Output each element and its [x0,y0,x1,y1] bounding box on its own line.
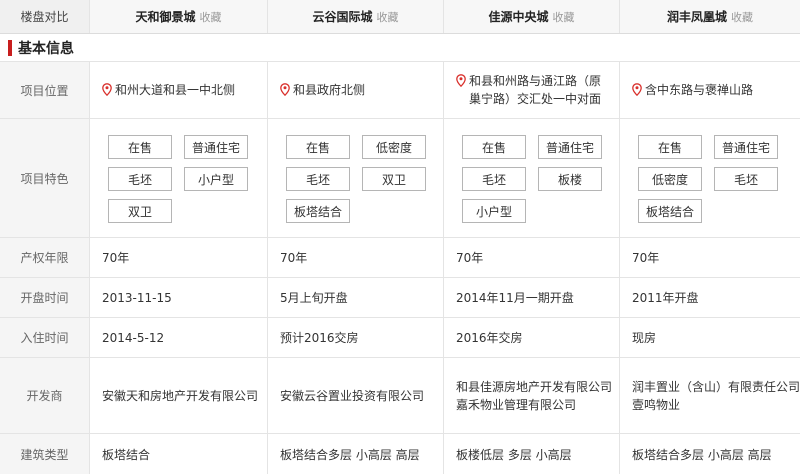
value-cell: 2014年11月一期开盘 [444,278,620,317]
location-pin-icon [102,83,112,96]
value-cell: 润丰置业（含山）有限责任公司 壹鸣物业 [620,358,800,433]
row-property-years: 产权年限 70年 70年 70年 70年 [0,238,800,278]
value-cell: 70年 [632,251,660,265]
building-name[interactable]: 云谷国际城 [312,8,372,25]
row-label: 开发商 [0,358,90,433]
header-row: 楼盘对比 天和御景城 收藏 云谷国际城 收藏 佳源中央城 收藏 润丰凤凰城 收藏 [0,0,800,34]
row-label: 开盘时间 [0,278,90,317]
feature-tag: 板塔结合 [286,199,350,223]
row-label: 建筑类型 [0,434,90,474]
location-pin-icon [632,83,642,96]
section-accent-bar [8,39,12,56]
value-cell: 2016年交房 [444,318,620,357]
value-cell: 5月上旬开盘 [268,278,444,317]
value-cell: 和县佳源房地产开发有限公司 嘉禾物业管理有限公司 [444,358,620,433]
building-col-4: 润丰凤凰城 收藏 [620,0,800,33]
feature-tag: 在售 [638,135,702,159]
favorite-button[interactable]: 收藏 [377,9,399,25]
feature-tag: 毛坯 [286,167,350,191]
value-cell: 70年 [90,238,268,277]
property-management-name: 壹鸣物业 [632,397,681,412]
developer-name: 安徽云谷置业投资有限公司 [280,388,425,403]
value-cell: 板塔结合多层 小高层 高层 [632,447,772,462]
value-cell: 安徽天和房地产开发有限公司 [90,358,268,433]
favorite-button[interactable]: 收藏 [553,9,575,25]
developer-name: 安徽天和房地产开发有限公司 [102,388,259,403]
feature-tag: 普通住宅 [538,135,602,159]
features-cell: 在售 普通住宅 低密度 毛坯 板塔结合 [620,119,800,237]
feature-tag: 低密度 [638,167,702,191]
feature-tag: 普通住宅 [714,135,778,159]
location-text: 含中东路与褒禅山路 [645,83,754,97]
value-cell: 2013-11-15 [90,278,268,317]
building-name[interactable]: 天和御景城 [135,8,195,25]
row-developer: 开发商 安徽天和房地产开发有限公司 安徽云谷置业投资有限公司 和县佳源房地产开发… [0,358,800,434]
value-cell: 2014-5-12 [90,318,268,357]
developer-name: 和县佳源房地产开发有限公司 [456,379,613,394]
location-text: 和县政府北侧 [293,83,366,97]
feature-tag: 小户型 [462,199,526,223]
developer-name: 润丰置业（含山）有限责任公司 [632,379,800,394]
building-col-1: 天和御景城 收藏 [90,0,268,33]
building-col-2: 云谷国际城 收藏 [268,0,444,33]
feature-tag: 板楼 [538,167,602,191]
value-cell: 板塔结合 [90,434,268,474]
location-pin-icon [456,74,466,87]
location-cell: 含中东路与褒禅山路 [620,62,800,118]
feature-tag: 双卫 [108,199,172,223]
features-cell: 在售 低密度 毛坯 双卫 板塔结合 [268,119,444,237]
location-cell: 和州大道和县一中北侧 [90,62,268,118]
row-features: 项目特色 在售 普通住宅 毛坯 小户型 双卫 在售 低密度 毛坯 双卫 板塔结合… [0,119,800,238]
value-cell: 安徽云谷置业投资有限公司 [268,358,444,433]
features-cell: 在售 普通住宅 毛坯 小户型 双卫 [90,119,268,237]
favorite-button[interactable]: 收藏 [731,9,753,25]
feature-tag: 毛坯 [108,167,172,191]
value-cell: 2011年开盘 [632,291,699,305]
value-cell: 板楼低层 多层 小高层 [444,434,620,474]
favorite-button[interactable]: 收藏 [200,9,222,25]
row-building-type: 建筑类型 板塔结合 板塔结合多层 小高层 高层 板楼低层 多层 小高层 板塔结合… [0,434,800,474]
location-text: 和县和州路与通江路（原巢宁路）交汇处一中对面 [469,74,602,106]
row-location: 项目位置 和州大道和县一中北侧 和县政府北侧 和县和州路与通江路（原巢宁路）交汇… [0,62,800,119]
row-label: 项目特色 [0,119,90,237]
section-basic-info: 基本信息 [0,34,800,62]
building-col-3: 佳源中央城 收藏 [444,0,620,33]
location-cell: 和县和州路与通江路（原巢宁路）交汇处一中对面 [444,62,620,118]
features-cell: 在售 普通住宅 毛坯 板楼 小户型 [444,119,620,237]
location-text: 和州大道和县一中北侧 [115,83,236,97]
feature-tag: 毛坯 [462,167,526,191]
location-cell: 和县政府北侧 [268,62,444,118]
building-name[interactable]: 佳源中央城 [488,8,548,25]
feature-tag: 在售 [462,135,526,159]
location-pin-icon [280,83,290,96]
feature-tag: 普通住宅 [184,135,248,159]
feature-tag: 低密度 [362,135,426,159]
property-management-name: 嘉禾物业管理有限公司 [456,397,577,412]
value-cell: 板塔结合多层 小高层 高层 [268,434,444,474]
feature-tag: 在售 [286,135,350,159]
feature-tag: 双卫 [362,167,426,191]
value-cell: 现房 [632,331,657,345]
compare-label: 楼盘对比 [0,0,90,33]
value-cell: 70年 [444,238,620,277]
comparison-table: 楼盘对比 天和御景城 收藏 云谷国际城 收藏 佳源中央城 收藏 润丰凤凰城 收藏… [0,0,800,474]
value-cell: 预计2016交房 [268,318,444,357]
feature-tag: 在售 [108,135,172,159]
feature-tag: 板塔结合 [638,199,702,223]
row-label: 产权年限 [0,238,90,277]
building-name[interactable]: 润丰凤凰城 [667,8,727,25]
value-cell: 70年 [268,238,444,277]
row-label: 项目位置 [0,62,90,118]
feature-tag: 小户型 [184,167,248,191]
feature-tag: 毛坯 [714,167,778,191]
row-movein-time: 入住时间 2014-5-12 预计2016交房 2016年交房 现房 [0,318,800,358]
section-title: 基本信息 [18,40,74,57]
row-label: 入住时间 [0,318,90,357]
row-opening-time: 开盘时间 2013-11-15 5月上旬开盘 2014年11月一期开盘 2011… [0,278,800,318]
